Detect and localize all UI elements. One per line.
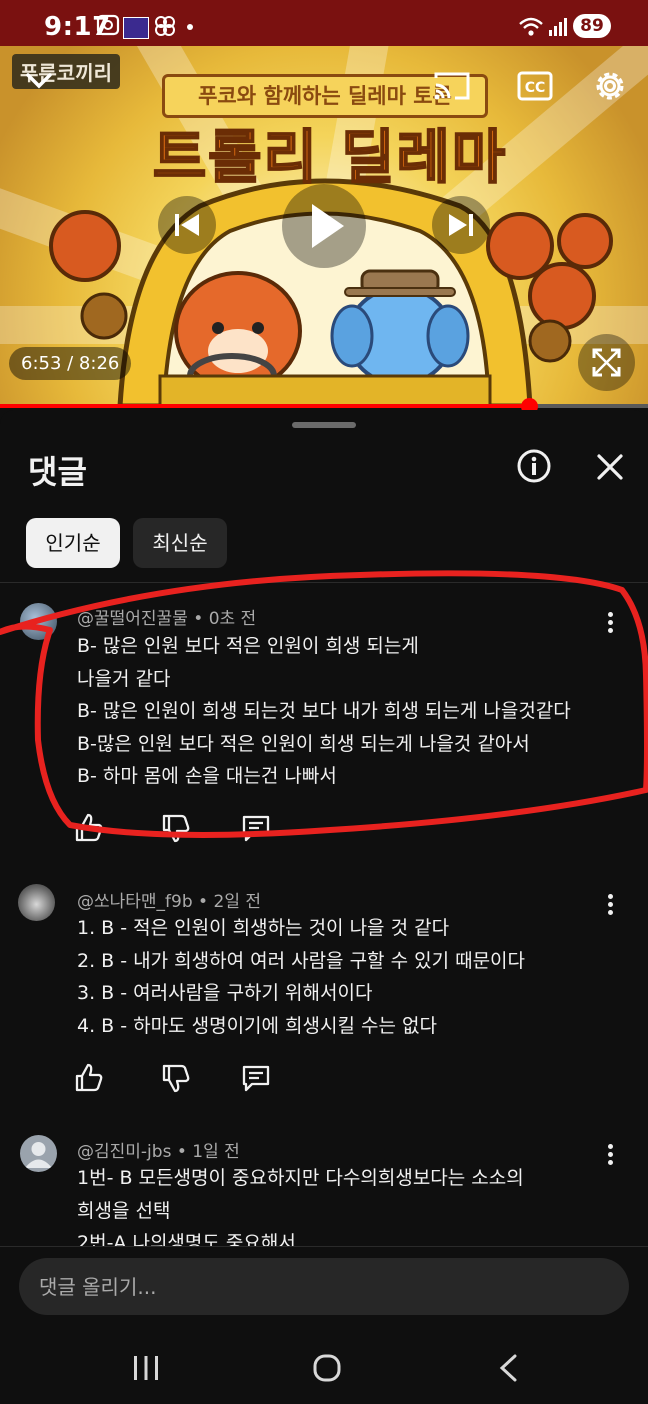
app-notification-icon xyxy=(123,17,149,39)
fullscreen-icon xyxy=(592,348,621,377)
recent-apps-icon[interactable] xyxy=(132,1355,160,1385)
progress-played xyxy=(0,404,529,408)
battery-indicator: 89 xyxy=(573,14,611,38)
play-icon xyxy=(312,204,344,248)
add-comment-input[interactable] xyxy=(19,1258,629,1315)
info-icon[interactable] xyxy=(516,448,552,488)
signal-icon xyxy=(548,17,568,41)
captions-icon[interactable]: CC xyxy=(517,70,553,106)
wifi-icon xyxy=(518,16,544,42)
comment-meta: @쏘나타맨_f9b • 2일 전 xyxy=(77,892,262,912)
screenshot-icon xyxy=(96,14,120,41)
comment-age: 2일 전 xyxy=(213,892,262,912)
reply-icon[interactable] xyxy=(240,1062,272,1094)
comments-title: 댓글 xyxy=(28,453,87,491)
collapse-chevron-icon[interactable] xyxy=(25,70,53,96)
more-notifications-dot xyxy=(187,24,193,30)
next-button[interactable] xyxy=(432,196,490,254)
skip-previous-icon xyxy=(175,214,199,236)
comment-more-button[interactable] xyxy=(600,892,620,918)
close-icon[interactable] xyxy=(596,453,624,485)
input-divider xyxy=(0,1246,648,1247)
previous-button[interactable] xyxy=(158,196,216,254)
play-button[interactable] xyxy=(282,184,366,268)
like-icon[interactable] xyxy=(73,1062,105,1094)
comment-text: 1. B - 적은 인원이 희생하는 것이 나을 것 같다 2. B - 내가 … xyxy=(77,917,526,1037)
comment-text: 1번- B 모든생명이 중요하지만 다수의희생보다는 소소의 희생을 선택 2번… xyxy=(77,1167,524,1254)
avatar[interactable] xyxy=(18,884,55,921)
fullscreen-button[interactable] xyxy=(578,334,635,391)
avatar[interactable] xyxy=(20,1135,57,1172)
playback-time: 6:53 / 8:26 xyxy=(9,347,132,380)
settings-gear-icon[interactable] xyxy=(592,68,628,108)
fan-icon xyxy=(153,14,177,42)
comment-more-button[interactable] xyxy=(600,1142,620,1168)
video-title-art: 트롤리 딜레마 xyxy=(152,122,508,192)
home-icon[interactable] xyxy=(313,1354,341,1386)
comment-meta: @김진미-jbs • 1일 전 xyxy=(77,1142,240,1162)
comment-author[interactable]: @김진미-jbs xyxy=(77,1142,171,1162)
comment-author[interactable]: @쏘나타맨_f9b xyxy=(77,892,193,912)
svg-text:CC: CC xyxy=(525,80,546,96)
dislike-icon[interactable] xyxy=(160,1062,192,1094)
back-icon[interactable] xyxy=(497,1353,519,1387)
comment-age: 1일 전 xyxy=(192,1142,240,1162)
drag-handle[interactable] xyxy=(292,422,356,428)
highlight-circle-annotation xyxy=(0,570,648,838)
default-avatar-icon xyxy=(25,1142,52,1168)
cast-icon[interactable] xyxy=(433,70,471,106)
skip-next-icon xyxy=(449,214,473,236)
